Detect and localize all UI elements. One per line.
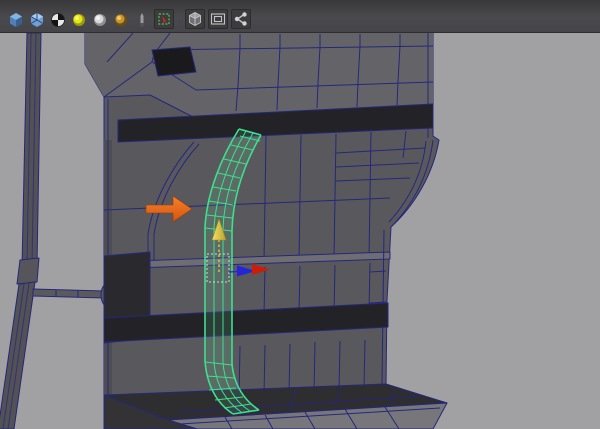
yellow-light-icon[interactable] — [70, 11, 88, 29]
wireframe-cube-icon[interactable] — [28, 11, 46, 29]
z-axis-handle[interactable] — [228, 270, 239, 273]
gray-cube-icon[interactable] — [185, 9, 205, 29]
share-nodes-icon[interactable] — [231, 9, 251, 29]
viewport-3d[interactable] — [0, 32, 600, 429]
paint-tool-icon[interactable] — [133, 11, 151, 29]
panel-toolbar — [0, 0, 600, 33]
shaded-cube-icon[interactable] — [7, 11, 25, 29]
isolate-select-icon[interactable] — [154, 9, 174, 29]
gold-light-icon[interactable] — [112, 11, 130, 29]
viewport-canvas[interactable] — [0, 32, 600, 429]
white-light-icon[interactable] — [91, 11, 109, 29]
frame-box-icon[interactable] — [208, 9, 228, 29]
roof-notch — [151, 46, 197, 77]
checker-sphere-icon[interactable] — [49, 11, 67, 29]
maya-viewport-panel — [0, 0, 600, 429]
divider — [177, 13, 182, 29]
antenna-rod[interactable] — [32, 288, 105, 299]
